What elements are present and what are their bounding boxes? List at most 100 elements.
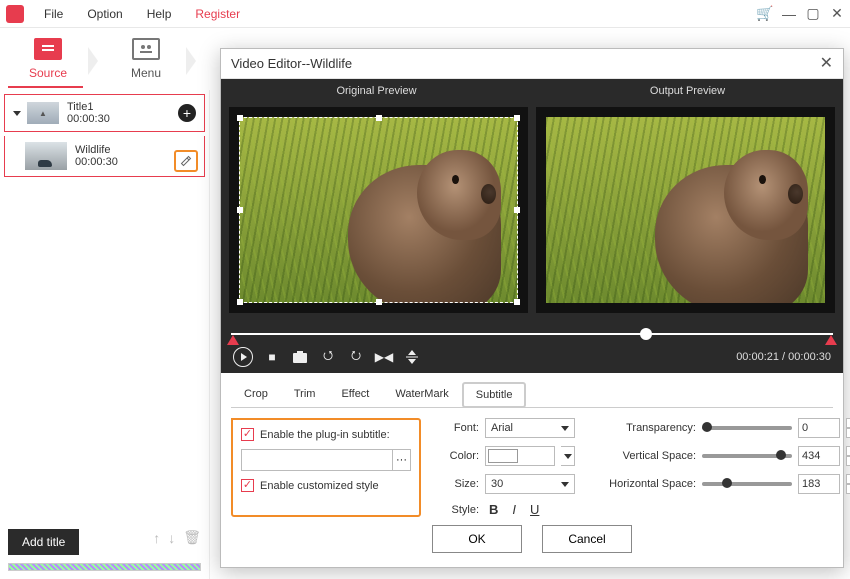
chevron-separator — [186, 39, 204, 79]
underline-button[interactable]: U — [530, 502, 539, 517]
source-icon — [34, 38, 62, 60]
menu-icon — [132, 38, 160, 60]
dialog-title: Video Editor--Wildlife — [231, 56, 352, 71]
play-button[interactable] — [233, 347, 253, 367]
editor-panel: Crop Trim Effect WaterMark Subtitle Enab… — [221, 373, 843, 567]
ok-button[interactable]: OK — [432, 525, 522, 553]
tab-source[interactable]: Source — [8, 32, 88, 86]
hspace-value[interactable]: 183 — [798, 474, 840, 494]
hspace-slider[interactable] — [702, 482, 792, 486]
delete-icon[interactable]: 🗑 — [183, 529, 201, 546]
tab-trim[interactable]: Trim — [281, 382, 329, 408]
tab-source-label: Source — [29, 66, 67, 80]
chevron-separator — [88, 39, 106, 79]
enable-plugin-checkbox[interactable] — [241, 428, 254, 441]
vspace-down[interactable]: ▼ — [846, 456, 850, 466]
tab-menu[interactable]: Menu — [106, 32, 186, 86]
clip-name: Wildlife — [75, 144, 118, 156]
move-up-icon[interactable]: ↑ — [153, 530, 160, 546]
font-select[interactable]: Arial — [485, 418, 575, 438]
enable-style-checkbox[interactable] — [241, 479, 254, 492]
rotate-right-button[interactable]: ⭮ — [347, 348, 365, 366]
dialog-close-button[interactable]: ✕ — [820, 53, 833, 73]
cart-icon[interactable]: 🛒 — [758, 7, 772, 21]
rotate-left-button[interactable]: ⭯ — [319, 348, 337, 366]
size-select[interactable]: 30 — [485, 474, 575, 494]
clip-thumbnail — [25, 142, 67, 170]
title-duration: 00:00:30 — [67, 113, 110, 125]
hspace-up[interactable]: ▲ — [846, 474, 850, 484]
active-tab-underline — [8, 86, 83, 88]
tab-menu-label: Menu — [131, 66, 161, 80]
crop-selection[interactable] — [239, 117, 518, 303]
original-preview-label: Original Preview — [221, 79, 532, 103]
edit-clip-button[interactable] — [174, 150, 198, 172]
seek-track[interactable] — [231, 325, 833, 343]
caret-down-icon — [13, 111, 21, 116]
enable-plugin-label: Enable the plug-in subtitle: — [260, 429, 390, 441]
close-icon[interactable]: ✕ — [830, 7, 844, 21]
timeline-bar — [8, 563, 201, 571]
title-name: Title1 — [67, 101, 110, 113]
font-settings: Font: Arial Color: Size: 30 Style: B I U — [437, 418, 575, 517]
move-down-icon[interactable]: ↓ — [168, 530, 175, 546]
flip-horizontal-button[interactable]: ▶◀ — [375, 348, 393, 366]
clip-title-row[interactable]: ▲ Title1 00:00:30 + — [4, 94, 205, 132]
add-title-button[interactable]: Add title — [8, 529, 79, 555]
hspace-label: Horizontal Space: — [591, 478, 696, 490]
clip-duration: 00:00:30 — [75, 156, 118, 168]
transparency-label: Transparency: — [591, 422, 696, 434]
color-select[interactable] — [485, 446, 555, 466]
add-clip-button[interactable]: + — [178, 104, 196, 122]
snapshot-button[interactable] — [291, 348, 309, 366]
bold-button[interactable]: B — [489, 502, 498, 517]
spacing-settings: Transparency: 0 ▲▼ Vertical Space: 434 ▲… — [591, 418, 850, 517]
vspace-slider[interactable] — [702, 454, 792, 458]
flip-vertical-button[interactable] — [403, 348, 421, 366]
font-label: Font: — [437, 422, 479, 434]
menu-help[interactable]: Help — [137, 3, 182, 25]
transparency-down[interactable]: ▼ — [846, 428, 850, 438]
clip-row[interactable]: Wildlife 00:00:30 — [4, 136, 205, 177]
subtitle-enable-group: Enable the plug-in subtitle: ··· Enable … — [231, 418, 421, 517]
hspace-down[interactable]: ▼ — [846, 484, 850, 494]
menu-option[interactable]: Option — [77, 3, 132, 25]
stop-button[interactable]: ■ — [263, 348, 281, 366]
color-dropdown-button[interactable] — [561, 446, 575, 466]
dialog-title-bar: Video Editor--Wildlife ✕ — [221, 49, 843, 79]
playback-bar: ■ ⭯ ⭮ ▶◀ 00:00:21 / 00:00:30 — [221, 321, 843, 373]
tab-effect[interactable]: Effect — [328, 382, 382, 408]
menubar: File Option Help Register 🛒 — ▢ ✕ — [0, 0, 850, 28]
preview-area: Original Preview Output Preview — [221, 79, 843, 321]
original-preview[interactable] — [229, 107, 528, 313]
transparency-slider[interactable] — [702, 426, 792, 430]
tab-subtitle[interactable]: Subtitle — [462, 382, 527, 408]
title-thumbnail: ▲ — [27, 102, 59, 124]
app-logo — [6, 5, 24, 23]
maximize-icon[interactable]: ▢ — [806, 7, 820, 21]
video-editor-dialog: Video Editor--Wildlife ✕ Original Previe… — [220, 48, 844, 568]
tab-crop[interactable]: Crop — [231, 382, 281, 408]
vspace-up[interactable]: ▲ — [846, 446, 850, 456]
vspace-label: Vertical Space: — [591, 450, 696, 462]
enable-style-label: Enable customized style — [260, 480, 379, 492]
editor-tabs: Crop Trim Effect WaterMark Subtitle — [231, 381, 833, 408]
subtitle-file-input[interactable] — [241, 449, 393, 471]
output-preview-label: Output Preview — [532, 79, 843, 103]
cancel-button[interactable]: Cancel — [542, 525, 632, 553]
transparency-value[interactable]: 0 — [798, 418, 840, 438]
style-label: Style: — [437, 504, 479, 516]
menu-register[interactable]: Register — [185, 3, 250, 25]
italic-button[interactable]: I — [512, 502, 516, 517]
tab-watermark[interactable]: WaterMark — [382, 382, 461, 408]
sidebar: ▲ Title1 00:00:30 + Wildlife 00:00:30 Ad… — [0, 90, 210, 579]
size-label: Size: — [437, 478, 479, 490]
output-preview — [536, 107, 835, 313]
menu-file[interactable]: File — [34, 3, 73, 25]
color-label: Color: — [437, 450, 479, 462]
vspace-value[interactable]: 434 — [798, 446, 840, 466]
transparency-up[interactable]: ▲ — [846, 418, 850, 428]
minimize-icon[interactable]: — — [782, 7, 796, 21]
time-display: 00:00:21 / 00:00:30 — [736, 351, 831, 363]
browse-button[interactable]: ··· — [393, 449, 411, 471]
